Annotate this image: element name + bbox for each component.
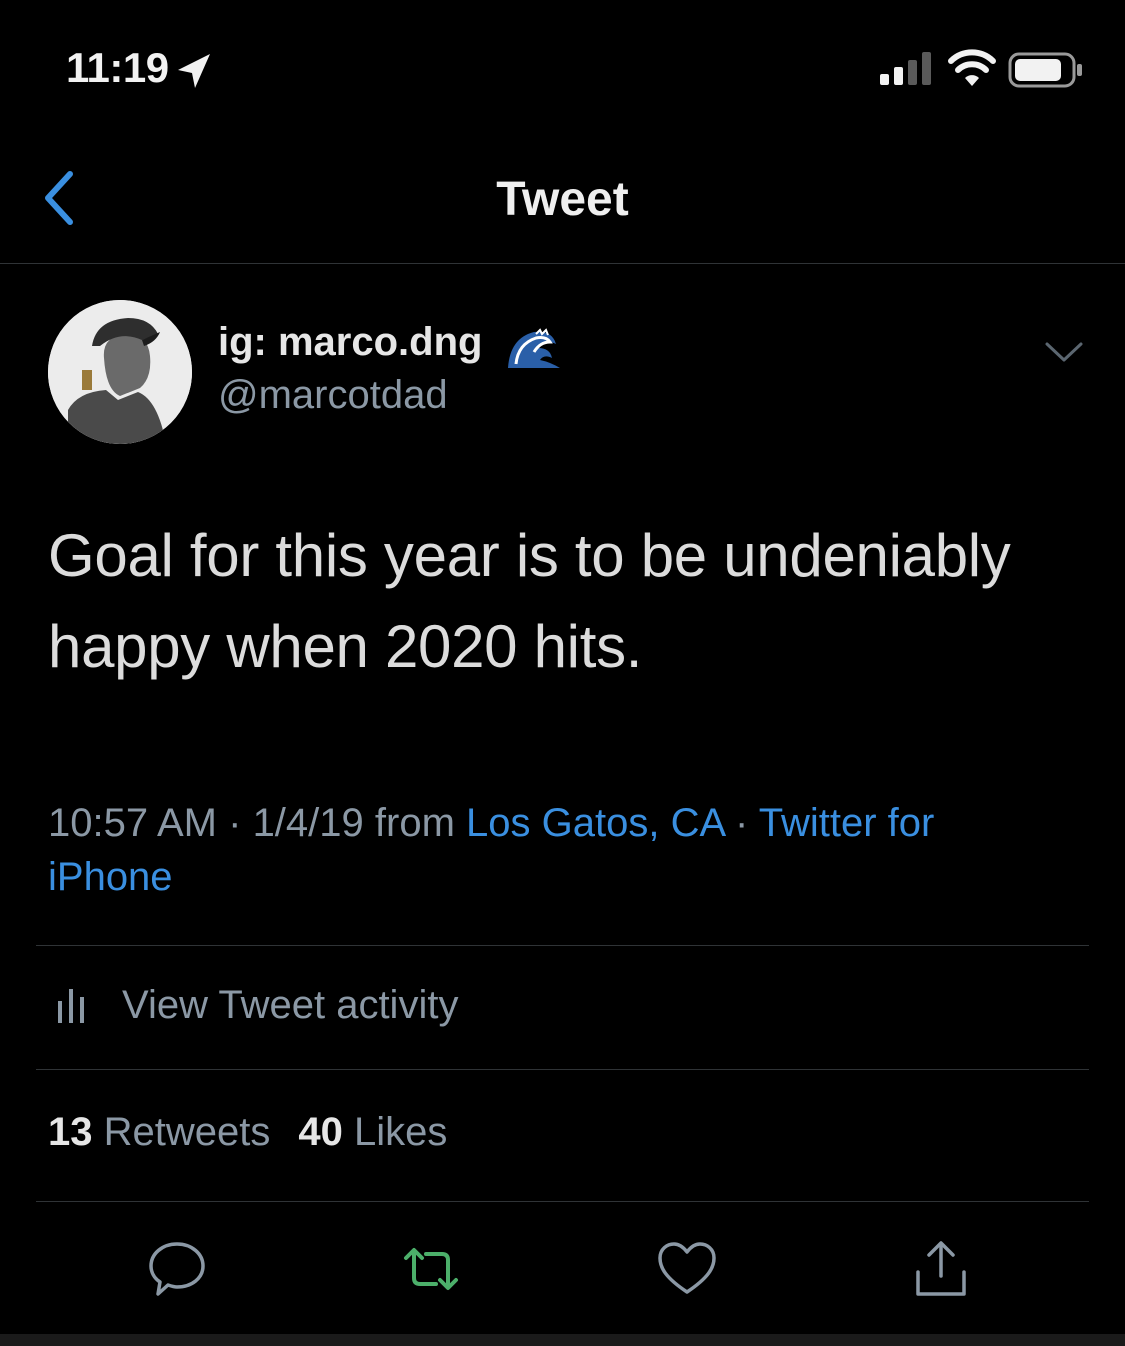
bottom-bar [0,1334,1125,1346]
wifi-icon [948,49,996,86]
meta-separator: · [723,801,759,845]
avatar[interactable] [48,300,192,444]
tweet-text-line: Goal for this year is to be undeniably [48,522,1011,589]
likes-label: Likes [354,1110,448,1154]
status-time: 11:19 [66,44,169,91]
likes-count: 40 [298,1110,343,1154]
like-icon[interactable] [656,1238,718,1300]
page-title: Tweet [496,173,629,226]
location-arrow-icon [178,54,210,88]
retweets-label: Retweets [103,1110,271,1154]
likes-stat[interactable]: 40 Likes [298,1110,447,1154]
tweet-text: Goal for this year is to be undeniably h… [48,510,1088,692]
chevron-down-icon[interactable] [1044,340,1084,364]
tweet-meta: 10:57 AM · 1/4/19 from Los Gatos, CA · T… [48,796,1088,904]
source-link-continued[interactable]: iPhone [48,855,173,899]
author-handle[interactable]: @marcotdad [218,373,448,418]
wave-emoji-icon [508,328,560,368]
location-link[interactable]: Los Gatos, CA [466,801,724,845]
retweet-icon[interactable] [400,1238,462,1300]
meta-from: from [363,801,467,845]
meta-separator: · [217,801,253,845]
avatar-photo [48,300,192,444]
divider [36,945,1089,946]
share-icon[interactable] [910,1238,972,1300]
battery-icon [1008,52,1082,88]
tweet-detail-screen: 11:19 Tweet ig: marco.dng @marcotdad Goa… [0,0,1125,1346]
view-tweet-activity-label: View Tweet activity [122,982,459,1027]
tweet-time: 10:57 AM [48,801,218,845]
tweet-text-line: happy when 2020 hits. [48,613,643,680]
source-link[interactable]: Twitter for [759,801,935,845]
divider [36,1201,1089,1202]
retweets-count: 13 [48,1110,93,1154]
retweets-stat[interactable]: 13 Retweets [48,1110,270,1154]
view-tweet-activity-button[interactable]: View Tweet activity [56,980,458,1030]
activity-bars-icon [58,989,84,1023]
engagement-counts: 13 Retweets 40 Likes [48,1110,447,1155]
divider [36,1069,1089,1070]
cellular-signal-icon [880,52,931,85]
reply-icon[interactable] [146,1238,208,1300]
tweet-date: 1/4/19 [252,801,364,845]
author-display-name[interactable]: ig: marco.dng [218,320,482,365]
nav-divider [0,263,1125,264]
